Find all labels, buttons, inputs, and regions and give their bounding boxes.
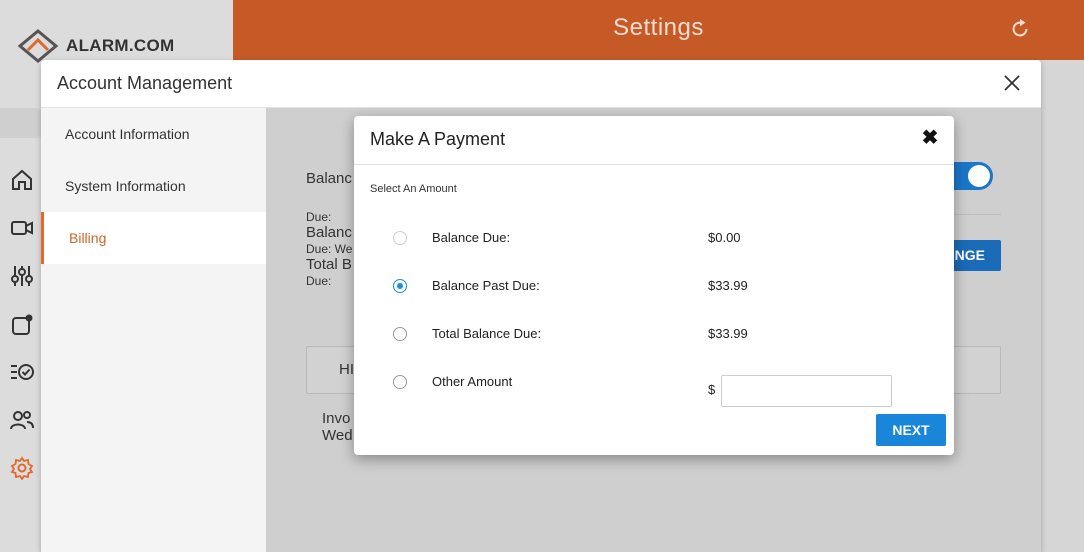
toggle-knob [968, 165, 990, 187]
page-title: Settings [613, 14, 704, 41]
video-icon[interactable] [10, 216, 34, 240]
users-icon[interactable] [10, 408, 34, 432]
option-label: Balance Due: [432, 230, 511, 245]
billing-due-label-2: Due: [306, 274, 332, 288]
invoice-label: Invo [322, 410, 351, 427]
radio-balance-due[interactable] [393, 231, 407, 245]
radio-balance-past-due[interactable] [393, 279, 407, 293]
select-amount-label: Select An Amount [370, 183, 457, 195]
history-label: HI [339, 361, 354, 378]
sidebar-item-system-information[interactable]: System Information [41, 160, 266, 212]
option-label: Total Balance Due: [432, 326, 542, 341]
notification-icon[interactable] [10, 313, 34, 337]
logo-text: ALARM.COM [66, 36, 175, 55]
option-balance-due[interactable]: Balance Due: $0.00 [354, 226, 954, 250]
account-sidebar: Account Information System Information B… [41, 108, 266, 552]
option-label: Balance Past Due: [432, 278, 540, 293]
option-label: Other Amount [432, 374, 513, 389]
modal-title: Make A Payment [370, 129, 506, 149]
logo: ALARM.COM [16, 28, 174, 64]
home-icon[interactable] [10, 168, 34, 192]
alarm-logo-icon [17, 29, 59, 63]
sliders-icon[interactable] [10, 264, 34, 288]
gear-icon[interactable] [10, 456, 34, 480]
next-button[interactable]: NEXT [876, 414, 946, 446]
option-amount: $33.99 [708, 278, 748, 293]
billing-due-date: Due: We [306, 242, 353, 256]
make-payment-modal: Make A Payment ✖ Select An Amount Balanc… [354, 116, 954, 455]
radio-total-balance-due[interactable] [393, 327, 407, 341]
checklist-icon[interactable] [10, 360, 34, 384]
sidebar-item-account-information[interactable]: Account Information [41, 108, 266, 160]
option-total-balance-due[interactable]: Total Balance Due: $33.99 [354, 322, 954, 346]
top-bar: Settings [233, 0, 1084, 60]
option-amount: $33.99 [708, 326, 748, 341]
currency-symbol: $ [708, 382, 716, 397]
option-balance-past-due[interactable]: Balance Past Due: $33.99 [354, 274, 954, 298]
modal-header: Make A Payment ✖ [354, 116, 954, 165]
account-management-header: Account Management [41, 60, 1041, 108]
billing-balance-label: Balanc [306, 224, 352, 241]
refresh-icon[interactable] [1009, 18, 1031, 40]
modal-close-icon[interactable]: ✖ [919, 125, 941, 150]
billing-due-label: Due: [306, 210, 332, 224]
other-amount-input[interactable] [721, 375, 892, 407]
invoice-date: Wed [322, 427, 353, 444]
close-icon[interactable] [1003, 74, 1021, 92]
billing-total-label: Total B [306, 256, 352, 273]
billing-balance-heading: Balanc [306, 170, 352, 187]
account-management-title: Account Management [57, 73, 233, 93]
option-amount: $0.00 [708, 230, 741, 245]
radio-other-amount[interactable] [393, 375, 407, 389]
sidebar-item-billing[interactable]: Billing [41, 212, 266, 264]
